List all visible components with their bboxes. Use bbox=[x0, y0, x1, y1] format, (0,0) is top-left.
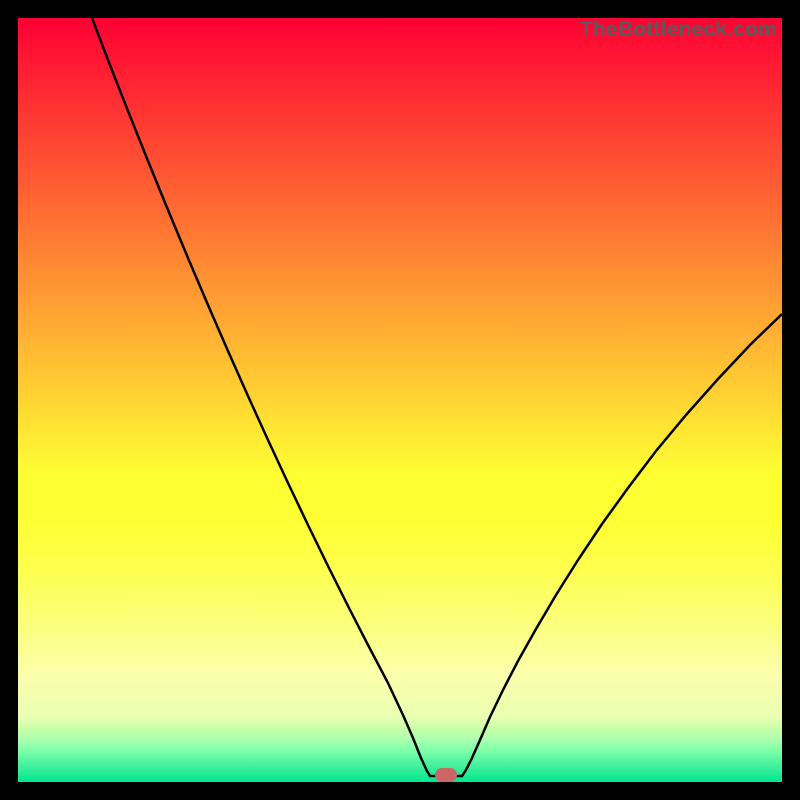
optimal-marker bbox=[435, 768, 457, 782]
bottleneck-curve bbox=[92, 18, 782, 776]
chart-container: TheBottleneck.com bbox=[0, 0, 800, 800]
plot-area: TheBottleneck.com bbox=[18, 18, 782, 782]
curve-svg bbox=[18, 18, 782, 782]
